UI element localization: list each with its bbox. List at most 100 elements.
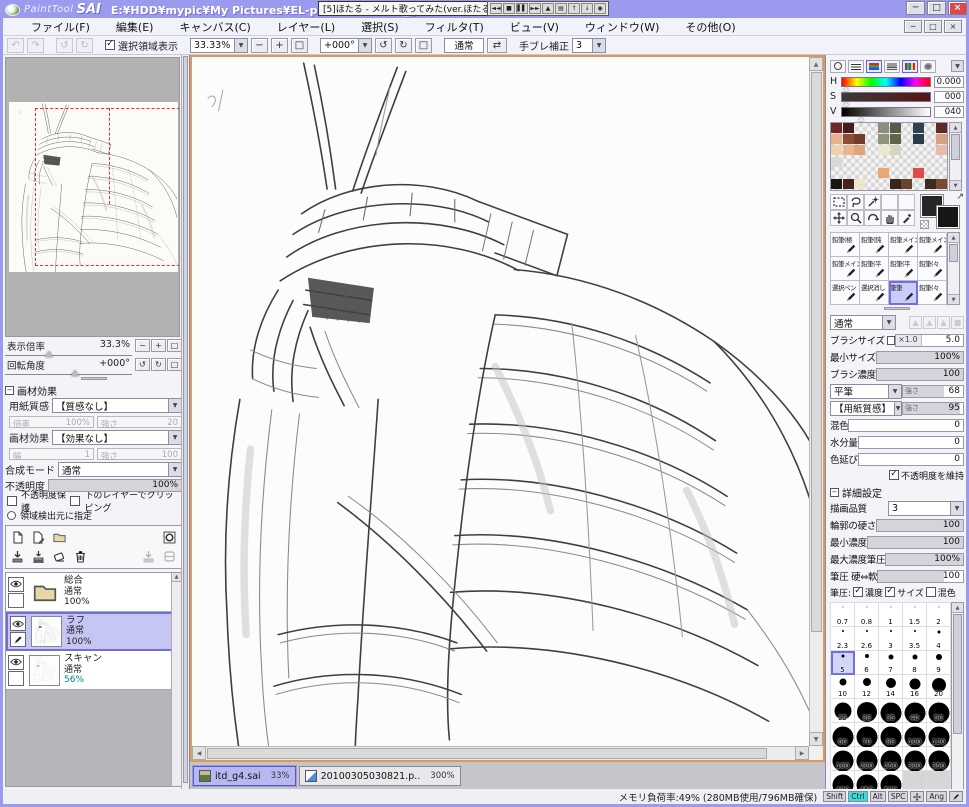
swatch[interactable] bbox=[901, 179, 912, 189]
stabilizer-combo[interactable]: 3▼ bbox=[572, 38, 606, 53]
persistence-track[interactable]: 0 bbox=[858, 453, 964, 466]
brush-size-10[interactable]: 10 bbox=[831, 675, 855, 699]
brush-size-1.5[interactable]: 1.5 bbox=[903, 603, 927, 627]
rotation-slider[interactable]: 回転角度+000° ↺ ↻ □ bbox=[5, 358, 182, 375]
layer-opacity-track[interactable]: 100% bbox=[48, 479, 182, 492]
menu-item[interactable]: ビュー(V) bbox=[510, 19, 559, 35]
delete-layer-button[interactable] bbox=[72, 549, 89, 564]
media-mute-button[interactable]: ◉ bbox=[594, 3, 606, 14]
brush-鉛筆(鈍[interactable]: 鉛筆(鈍 bbox=[860, 233, 889, 257]
swatch[interactable] bbox=[936, 123, 947, 133]
layer-visibility-toggle[interactable] bbox=[8, 577, 24, 592]
doc-close-button[interactable]: × bbox=[944, 20, 962, 33]
scroll-right-button[interactable]: ▶ bbox=[795, 746, 809, 760]
nav-zoom-reset-button[interactable]: □ bbox=[167, 339, 182, 352]
swatch[interactable] bbox=[843, 123, 854, 133]
media-pause-button[interactable]: ▌▌ bbox=[516, 3, 528, 14]
brush-size-25[interactable]: 25 bbox=[831, 699, 855, 723]
hue-slider[interactable] bbox=[841, 77, 931, 87]
brush-size-200[interactable]: 200 bbox=[855, 747, 879, 771]
paper-scale-track[interactable]: 倍率100% bbox=[9, 416, 94, 428]
scratchpad-toggle[interactable] bbox=[920, 60, 936, 73]
brush-鉛筆(平[interactable]: 鉛筆(平 bbox=[860, 257, 889, 281]
clear-layer-button[interactable] bbox=[51, 549, 68, 564]
swatch[interactable] bbox=[878, 134, 889, 144]
navigator[interactable] bbox=[5, 57, 180, 337]
brush-size-9[interactable]: 9 bbox=[927, 651, 951, 675]
menu-item[interactable]: ウィンドウ(W) bbox=[585, 19, 659, 35]
brush-density-track[interactable]: 100 bbox=[876, 368, 964, 381]
selection-undo-button[interactable]: ↺ bbox=[56, 38, 73, 53]
media-playlist-button[interactable]: ▤ bbox=[555, 3, 567, 14]
brush-size-2.3[interactable]: 2.3 bbox=[831, 627, 855, 651]
keep-opacity-checkbox[interactable]: ✓ bbox=[889, 470, 899, 480]
maximize-button[interactable]: □ bbox=[927, 1, 946, 15]
brush-鉛筆メイン[interactable]: 鉛筆メイン bbox=[889, 233, 918, 257]
rotate-ccw-button[interactable]: ↺ bbox=[375, 38, 392, 53]
layer-row-総合[interactable]: 総合通常100% bbox=[6, 573, 181, 612]
blend-mode-combo[interactable]: 通常▼ bbox=[58, 462, 182, 477]
clip-group-button[interactable] bbox=[161, 549, 178, 564]
brush-size-500[interactable]: 500 bbox=[879, 771, 903, 789]
quality-combo[interactable]: 3▼ bbox=[888, 501, 964, 516]
swatch[interactable] bbox=[890, 145, 901, 155]
new-linework-layer-button[interactable] bbox=[30, 530, 47, 545]
brush-size-scrollbar[interactable]: ▲▼ bbox=[951, 602, 964, 789]
swatch[interactable] bbox=[878, 168, 889, 178]
brush-size-track[interactable]: ×1.05.0 bbox=[895, 334, 964, 347]
layer-paint-target-toggle[interactable] bbox=[8, 671, 24, 686]
transfer-down-button[interactable] bbox=[140, 549, 157, 564]
navigator-view-rect[interactable] bbox=[35, 108, 180, 266]
media-prev-button[interactable]: ◄◄ bbox=[490, 3, 502, 14]
zoom-out-button[interactable]: − bbox=[251, 38, 268, 53]
swatch[interactable] bbox=[913, 134, 924, 144]
brush-size-unit-button[interactable] bbox=[887, 336, 895, 345]
brush-size-60[interactable]: 60 bbox=[831, 723, 855, 747]
menu-item[interactable]: その他(O) bbox=[685, 19, 735, 35]
swatch[interactable] bbox=[913, 168, 924, 178]
hand-tool[interactable] bbox=[881, 210, 898, 226]
merge-visible-button[interactable] bbox=[30, 549, 47, 564]
menu-item[interactable]: 編集(E) bbox=[116, 19, 154, 35]
brush-size-6[interactable]: 6 bbox=[855, 651, 879, 675]
zoom-in-button[interactable]: + bbox=[271, 38, 288, 53]
swatch[interactable] bbox=[831, 179, 842, 189]
swatch[interactable] bbox=[878, 145, 889, 155]
brush-鉛筆(極[interactable]: 鉛筆(極 bbox=[831, 233, 860, 257]
rotate-tool[interactable] bbox=[864, 210, 881, 226]
swatch[interactable] bbox=[890, 134, 901, 144]
brush-選択消し[interactable]: 選択消し bbox=[860, 281, 889, 305]
zoom-reset-button[interactable]: □ bbox=[291, 38, 308, 53]
scroll-up-button[interactable]: ▲ bbox=[809, 57, 823, 71]
brush-size-7[interactable]: 7 bbox=[879, 651, 903, 675]
menu-item[interactable]: レイヤー(L) bbox=[277, 19, 335, 35]
scroll-left-button[interactable]: ◀ bbox=[192, 746, 206, 760]
canvas[interactable] bbox=[192, 57, 809, 746]
edge-shape-button[interactable]: ▲ bbox=[923, 316, 936, 329]
media-eject-button[interactable]: ▲ bbox=[542, 3, 554, 14]
swatch[interactable] bbox=[831, 134, 842, 144]
selection-to-layer-button[interactable] bbox=[161, 530, 178, 545]
redo-button[interactable]: ↷ bbox=[27, 38, 44, 53]
media-next-button[interactable]: ►► bbox=[529, 3, 541, 14]
nav-rotate-cw-button[interactable]: ↻ bbox=[151, 358, 166, 371]
brush-鉛筆(々[interactable]: 鉛筆(々 bbox=[918, 281, 947, 305]
canvas-vertical-scrollbar[interactable]: ▲ ▼ bbox=[809, 57, 823, 746]
swatch[interactable] bbox=[936, 179, 947, 189]
swatch[interactable] bbox=[936, 134, 947, 144]
edge-shape-button[interactable]: ■ bbox=[951, 316, 964, 329]
brush-size-400[interactable]: 400 bbox=[831, 771, 855, 789]
swatch[interactable] bbox=[831, 145, 842, 155]
swap-colors-icon[interactable]: ↗ bbox=[956, 192, 964, 202]
pressure-size-checkbox[interactable]: ✓ bbox=[885, 587, 895, 597]
effect-strength-track[interactable]: 強さ100 bbox=[97, 448, 182, 460]
layer-row-ラフ[interactable]: ラフ通常100% bbox=[6, 612, 181, 651]
zoom-combo[interactable]: 33.33%▼ bbox=[190, 38, 248, 53]
layer-visibility-toggle[interactable] bbox=[8, 655, 24, 670]
angle-combo[interactable]: +000°▼ bbox=[320, 38, 372, 53]
brush-size-4[interactable]: 4 bbox=[927, 627, 951, 651]
brush-筆筆[interactable]: 筆筆 bbox=[889, 281, 918, 305]
panel-splitter[interactable] bbox=[5, 375, 182, 382]
brush-size-350[interactable]: 350 bbox=[927, 747, 951, 771]
swatch[interactable] bbox=[831, 157, 842, 167]
